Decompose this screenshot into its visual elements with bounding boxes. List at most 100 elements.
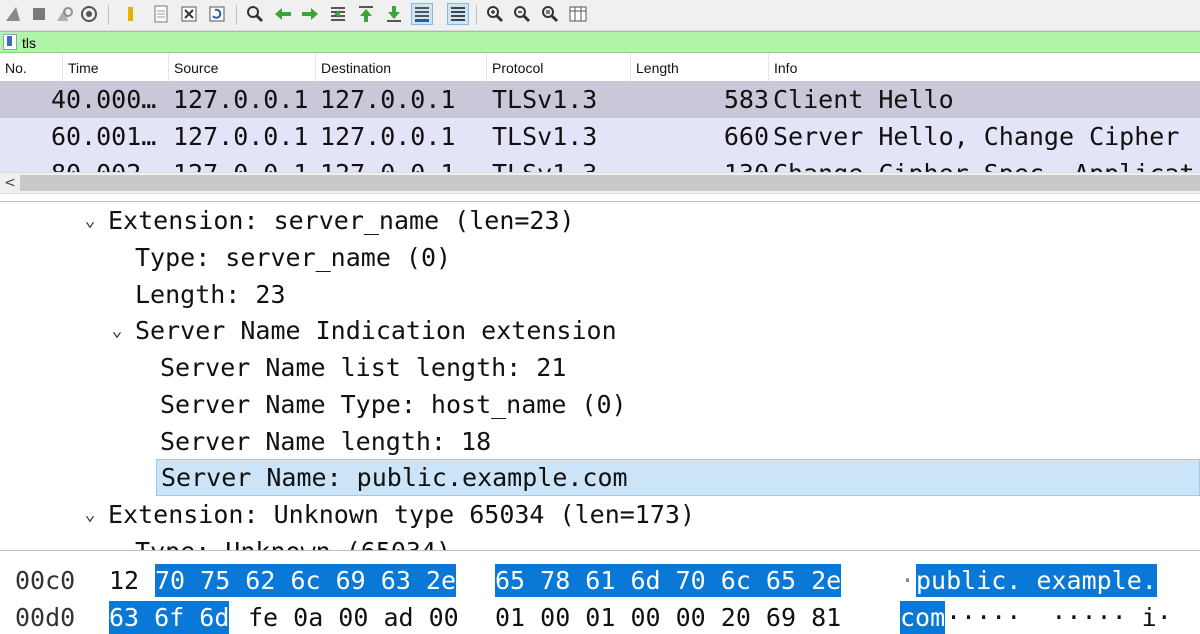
tree-item-label: Server Name list length: 21 [160, 353, 567, 382]
hex-bytes-highlighted[interactable]: 70 75 62 6c 69 63 2e [155, 564, 457, 597]
zoom-in-icon[interactable] [484, 3, 506, 25]
packet-protocol: TLSv1.3 [492, 122, 598, 151]
bytes-row[interactable]: 00c0 12 70 75 62 6c 69 63 2e 65 78 61 6d… [0, 562, 1200, 599]
ascii-bytes-highlighted[interactable]: public. example. [916, 564, 1157, 597]
go-forward-icon[interactable] [299, 3, 321, 25]
tree-item[interactable]: Type: Unknown (65034) [0, 533, 1200, 550]
tree-item-label: Server Name length: 18 [160, 427, 492, 456]
tree-item-label: Type: Unknown (65034) [135, 533, 451, 550]
packet-no: 8 [0, 155, 66, 172]
resize-columns-icon[interactable] [567, 3, 589, 25]
packet-row[interactable]: 8 0.002… 127.0.0.1 127.0.0.1 TLSv1.3 130… [0, 155, 1200, 172]
packet-info: Server Hello, Change Cipher [773, 122, 1180, 151]
column-header-destination[interactable]: Destination [316, 54, 487, 81]
go-back-icon[interactable] [272, 3, 294, 25]
hex-bytes[interactable]: 01 00 01 00 00 20 69 81 [495, 601, 841, 634]
ascii-bytes-highlighted[interactable]: com [900, 601, 946, 634]
pane-splitter[interactable] [0, 194, 1200, 202]
tree-item[interactable]: Server Name Type: host_name (0) [0, 386, 1200, 423]
tree-item[interactable]: ⌄ Extension: server_name (len=23) [0, 202, 1200, 239]
scroll-left-icon[interactable]: < [3, 175, 17, 191]
normal-size-icon[interactable] [539, 3, 561, 25]
chevron-down-icon[interactable]: ⌄ [80, 496, 100, 533]
column-header-info[interactable]: Info [769, 54, 1200, 81]
packet-list-header: No. Time Source Destination Protocol Len… [0, 54, 1200, 82]
scrollbar-thumb[interactable] [20, 175, 1200, 191]
hex-bytes[interactable]: fe 0a 00 ad 00 [248, 601, 459, 634]
packet-protocol: TLSv1.3 [492, 85, 598, 114]
colorize-icon[interactable] [447, 3, 469, 25]
chevron-down-icon[interactable]: ⌄ [80, 202, 100, 239]
packet-time: 0.002… [66, 155, 170, 172]
packet-info: Change Cipher Spec, Applicat [773, 155, 1200, 172]
reload-icon[interactable] [206, 3, 228, 25]
tree-item[interactable]: Server Name list length: 21 [0, 349, 1200, 386]
column-header-source[interactable]: Source [169, 54, 316, 81]
packet-length: 660 [723, 122, 769, 151]
packet-row[interactable]: 4 0.000… 127.0.0.1 127.0.0.1 TLSv1.3 583… [0, 81, 1200, 118]
tree-item-label: Server Name: public.example.com [161, 463, 628, 492]
column-header-length[interactable]: Length [631, 54, 769, 81]
packet-info: Client Hello [773, 85, 954, 114]
ascii-bytes[interactable]: ····· ····· i· [946, 601, 1172, 634]
go-to-packet-icon[interactable] [327, 3, 349, 25]
close-file-icon[interactable] [178, 3, 200, 25]
chevron-down-icon[interactable]: ⌄ [107, 312, 127, 349]
packet-no: 4 [50, 85, 66, 114]
tree-item[interactable]: Type: server_name (0) [0, 239, 1200, 276]
packet-protocol: TLSv1.3 [492, 155, 630, 172]
packet-destination: 127.0.0.1 [320, 122, 456, 151]
packet-destination: 127.0.0.1 [320, 85, 456, 114]
packet-list: No. Time Source Destination Protocol Len… [0, 54, 1200, 172]
tree-item-label: Length: 23 [135, 280, 286, 309]
restart-icon[interactable] [53, 3, 75, 25]
tree-item[interactable]: Server Name length: 18 [0, 423, 1200, 460]
packet-details-tree: ⌄ Extension: server_name (len=23) Type: … [0, 202, 1200, 550]
zoom-out-icon[interactable] [511, 3, 533, 25]
packet-source: 127.0.0.1 [173, 155, 318, 172]
column-header-protocol[interactable]: Protocol [487, 54, 631, 81]
first-packet-icon[interactable] [355, 3, 377, 25]
bytes-offset: 00d0 [15, 603, 76, 632]
packet-no: 6 [50, 122, 66, 151]
tree-item-label: Extension: Unknown type 65034 (len=173) [108, 500, 695, 529]
shark-start-icon[interactable] [3, 3, 25, 25]
tree-item-selected[interactable]: Server Name: public.example.com [156, 459, 1200, 496]
packet-row[interactable]: 6 0.001… 127.0.0.1 127.0.0.1 TLSv1.3 660… [0, 118, 1200, 155]
tree-item[interactable]: ⌄ Server Name Indication extension [0, 312, 1200, 349]
ascii-bytes[interactable]: · [900, 564, 915, 597]
file-icon[interactable] [150, 3, 172, 25]
tree-item[interactable]: Length: 23 [0, 276, 1200, 313]
packet-source: 127.0.0.1 [173, 85, 309, 114]
hex-bytes-highlighted[interactable]: 63 6f 6d [109, 601, 230, 634]
packet-destination: 127.0.0.1 [320, 155, 488, 172]
hex-bytes[interactable]: 12 [109, 564, 139, 597]
display-filter-bar [0, 31, 1200, 53]
pane-splitter[interactable] [0, 550, 1200, 560]
bookmark-icon[interactable] [3, 34, 17, 50]
last-packet-icon[interactable] [383, 3, 405, 25]
tree-item-label: Extension: server_name (len=23) [108, 206, 575, 235]
packet-source: 127.0.0.1 [173, 122, 309, 151]
bytes-offset: 00c0 [15, 566, 76, 595]
tree-item[interactable]: ⌄ Extension: Unknown type 65034 (len=173… [0, 496, 1200, 533]
hex-bytes-highlighted[interactable]: 65 78 61 6d 70 6c 65 2e [495, 564, 842, 597]
packet-time: 0.000… [66, 85, 157, 114]
find-icon[interactable] [244, 3, 266, 25]
open-icon[interactable] [120, 3, 142, 25]
tree-item-label: Server Name Type: host_name (0) [160, 390, 627, 419]
tree-item-label: Type: server_name (0) [135, 243, 452, 272]
packet-bytes-pane: 00c0 12 70 75 62 6c 69 63 2e 65 78 61 6d… [0, 560, 1200, 634]
tree-item-label: Server Name Indication extension [135, 316, 617, 345]
column-header-time[interactable]: Time [63, 54, 169, 81]
packet-time: 0.001… [66, 122, 157, 151]
display-filter-input[interactable] [22, 34, 1192, 52]
options-icon[interactable] [78, 3, 100, 25]
stop-icon[interactable] [28, 3, 50, 25]
bytes-row[interactable]: 00d0 63 6f 6d fe 0a 00 ad 00 01 00 01 00… [0, 599, 1200, 634]
auto-scroll-icon[interactable] [411, 3, 433, 25]
column-header-no[interactable]: No. [0, 54, 63, 81]
packet-list-hscrollbar[interactable]: < [0, 172, 1200, 194]
main-toolbar [0, 0, 1200, 31]
packet-length: 583 [723, 85, 769, 114]
